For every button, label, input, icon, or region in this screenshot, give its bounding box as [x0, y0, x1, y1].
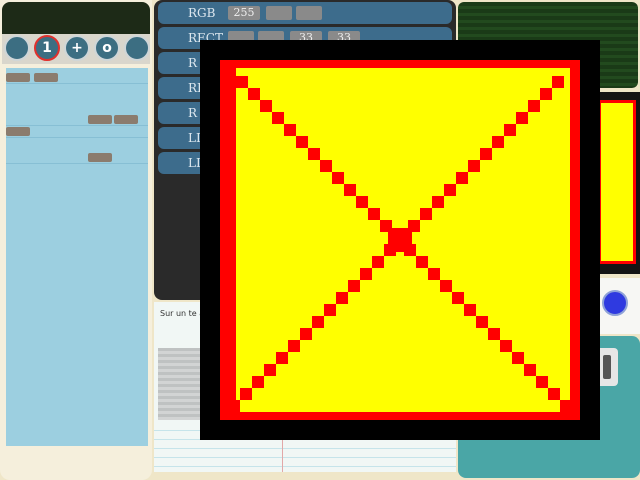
cross-pixel	[284, 124, 296, 136]
left-header	[2, 2, 150, 34]
cross-pixel	[356, 196, 368, 208]
cross-pixel	[228, 400, 240, 412]
cross-pixel	[528, 100, 540, 112]
cross-pixel	[464, 304, 476, 316]
cross-pixel	[560, 400, 572, 412]
zoom-preview	[200, 40, 600, 440]
number-one-icon[interactable]: 1	[34, 35, 60, 61]
canvas-shape	[598, 100, 636, 264]
cross-pixel	[236, 76, 248, 88]
cross-pixel	[428, 268, 440, 280]
cross-pixel	[552, 76, 564, 88]
cross-pixel	[540, 88, 552, 100]
cross-pixel	[296, 136, 308, 148]
cross-pixel	[332, 172, 344, 184]
color-swatch-area	[598, 278, 640, 334]
cross-pixel	[516, 112, 528, 124]
cross-pixel	[348, 280, 360, 292]
cross-pixel	[432, 196, 444, 208]
cross-pixel	[440, 280, 452, 292]
rgb-value-field[interactable]	[296, 6, 322, 20]
rgb-value-field[interactable]	[266, 6, 292, 20]
cross-pixel	[500, 340, 512, 352]
cross-pixel	[444, 184, 456, 196]
cross-pixel	[360, 268, 372, 280]
cross-pixel	[536, 376, 548, 388]
cross-pixel	[248, 88, 260, 100]
cross-pixel	[512, 352, 524, 364]
cross-pixel	[312, 316, 324, 328]
cross-pixel	[324, 304, 336, 316]
cross-pixel	[416, 256, 428, 268]
cross-pixel	[468, 160, 480, 172]
cross-pixel	[480, 148, 492, 160]
cross-pixel	[476, 316, 488, 328]
cross-pixel	[492, 136, 504, 148]
cross-pixel	[240, 388, 252, 400]
ring-icon[interactable]: o	[94, 35, 120, 61]
cross-pixel	[420, 208, 432, 220]
canvas-preview	[596, 92, 640, 274]
dot-icon[interactable]	[4, 35, 30, 61]
left-toolbar: 1 + o	[2, 34, 150, 64]
cross-pixel	[336, 292, 348, 304]
cross-pixel	[368, 208, 380, 220]
cross-pixel	[344, 184, 356, 196]
list-item[interactable]	[6, 72, 148, 84]
cross-pixel	[300, 328, 312, 340]
cross-pixel	[456, 172, 468, 184]
cross-pixel	[504, 124, 516, 136]
command-rgb[interactable]: RGB 255	[158, 2, 452, 24]
color-swatch[interactable]	[602, 290, 628, 316]
cross-pixel	[452, 292, 464, 304]
pause-icon	[603, 355, 611, 379]
cross-pixel	[264, 364, 276, 376]
command-label: RGB	[188, 6, 216, 20]
cross-pixel	[524, 364, 536, 376]
cross-pixel	[308, 148, 320, 160]
cross-pixel	[548, 388, 560, 400]
list-item[interactable]	[6, 114, 148, 126]
dot-icon[interactable]	[124, 35, 150, 61]
cross-pixel	[276, 352, 288, 364]
cross-pixel	[288, 340, 300, 352]
cross-pixel	[488, 328, 500, 340]
list-item[interactable]	[6, 152, 148, 164]
list-item[interactable]	[6, 126, 148, 138]
rgb-value-field[interactable]: 255	[228, 6, 260, 20]
cross-pixel	[260, 100, 272, 112]
code-list	[6, 68, 148, 446]
left-panel: 1 + o	[0, 0, 152, 480]
cross-pixel	[272, 112, 284, 124]
cross-pixel	[320, 160, 332, 172]
cross-pixel	[372, 256, 384, 268]
preview-canvas	[220, 60, 580, 420]
preview-center	[388, 228, 412, 252]
plus-icon[interactable]: +	[64, 35, 90, 61]
cross-pixel	[252, 376, 264, 388]
